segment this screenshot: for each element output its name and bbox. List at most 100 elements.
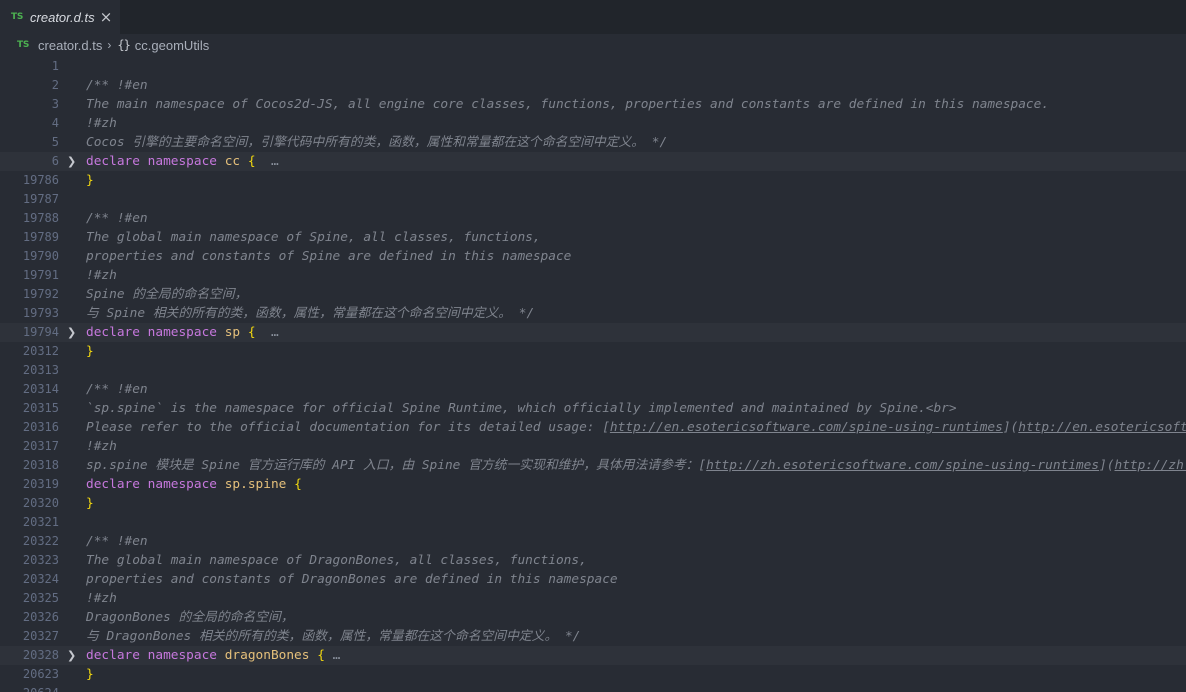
code-line[interactable]: 19788 /** !#en bbox=[0, 209, 1186, 228]
line-number: 20323 bbox=[22, 553, 59, 567]
code-line[interactable]: 20323 The global main namespace of Dragon… bbox=[0, 551, 1186, 570]
code-line[interactable]: 20318 sp.spine 模块是 Spine 官方运行库的 API 入口，由 … bbox=[0, 456, 1186, 475]
code-text: Spine 的全局的命名空间， bbox=[86, 285, 247, 304]
code-line[interactable]: 19790 properties and constants of Spine a… bbox=[0, 247, 1186, 266]
code-line[interactable]: 20327 与 DragonBones 相关的所有的类，函数，属性，常量都在这个命… bbox=[0, 627, 1186, 646]
code-line[interactable]: 20624 bbox=[0, 684, 1186, 692]
line-number: 20324 bbox=[22, 572, 59, 586]
breadcrumb: TS creator.d.ts › {} cc.geomUtils bbox=[0, 34, 1186, 56]
code-token: namespace bbox=[147, 154, 217, 169]
code-line[interactable]: 2 /** !#en bbox=[0, 76, 1186, 95]
code-line[interactable]: 20328 ❯ declare namespace dragonBones { … bbox=[0, 646, 1186, 665]
code-token: http://en.esotericsoftware.com/spine-usi… bbox=[609, 420, 1003, 435]
code-token: namespace bbox=[147, 325, 217, 340]
line-number: 20327 bbox=[22, 629, 59, 643]
code-text: `sp.spine` is the namespace for official… bbox=[86, 399, 957, 418]
code-token: sp.spine 模块是 Spine 官方运行库的 API 入口，由 Spine… bbox=[86, 458, 707, 473]
line-number: 19787 bbox=[22, 192, 59, 206]
code-line[interactable]: 20320} bbox=[0, 494, 1186, 513]
code-token: Spine 的全局的命名空间， bbox=[86, 287, 248, 302]
code-line[interactable]: 19794 ❯ declare namespace sp { … bbox=[0, 323, 1186, 342]
line-number: 20317 bbox=[22, 439, 59, 453]
code-token: The global main namespace of DragonBones… bbox=[86, 553, 587, 568]
code-line[interactable]: 20623} bbox=[0, 665, 1186, 684]
line-number: 19792 bbox=[22, 287, 59, 301]
code-token: http://zh.esotericsoftware.com/spine-usi… bbox=[706, 458, 1100, 473]
code-token: !#zh bbox=[86, 116, 117, 131]
code-text: properties and constants of Spine are de… bbox=[86, 247, 571, 266]
code-text: !#zh bbox=[86, 266, 117, 285]
line-number: 19793 bbox=[22, 306, 59, 320]
code-text: The global main namespace of Spine, all … bbox=[86, 228, 541, 247]
code-line[interactable]: 20321 bbox=[0, 513, 1186, 532]
code-line[interactable]: 20317 !#zh bbox=[0, 437, 1186, 456]
code-token: Please refer to the official documentati… bbox=[86, 420, 610, 435]
code-line[interactable]: 4 !#zh bbox=[0, 114, 1186, 133]
code-token: } bbox=[86, 173, 94, 188]
fold-chevron-icon[interactable]: ❯ bbox=[67, 152, 81, 171]
tab-creator-d-ts[interactable]: TS creator.d.ts × bbox=[0, 0, 120, 34]
line-number: 20319 bbox=[22, 477, 59, 491]
code-line[interactable]: 19793 与 Spine 相关的所有的类，函数，属性，常量都在这个命名空间中定义… bbox=[0, 304, 1186, 323]
code-line[interactable]: 1 bbox=[0, 57, 1186, 76]
code-text: } bbox=[86, 342, 94, 361]
code-line[interactable]: 19791 !#zh bbox=[0, 266, 1186, 285]
line-number: 19790 bbox=[22, 249, 59, 263]
code-token: /** !#en bbox=[86, 534, 148, 549]
code-line[interactable]: 20312} bbox=[0, 342, 1186, 361]
code-line[interactable]: 19789 The global main namespace of Spine,… bbox=[0, 228, 1186, 247]
line-number: 20623 bbox=[22, 667, 59, 681]
code-line[interactable]: 19786} bbox=[0, 171, 1186, 190]
fold-chevron-icon[interactable]: ❯ bbox=[67, 323, 81, 342]
code-token: sp.spine bbox=[224, 477, 287, 492]
breadcrumb-symbol[interactable]: cc.geomUtils bbox=[135, 38, 209, 53]
code-text: The main namespace of Cocos2d-JS, all en… bbox=[86, 95, 1049, 114]
code-text: /** !#en bbox=[86, 380, 148, 399]
line-number: 4 bbox=[51, 116, 59, 130]
code-token: !#zh bbox=[86, 439, 117, 454]
code-line[interactable]: 20322 /** !#en bbox=[0, 532, 1186, 551]
line-number: 20315 bbox=[22, 401, 59, 415]
code-line[interactable]: 20313 bbox=[0, 361, 1186, 380]
breadcrumb-file[interactable]: creator.d.ts bbox=[38, 38, 102, 53]
code-token: http://zh.esotericsoftware.com/spine-usi… bbox=[1114, 458, 1186, 473]
code-token: … bbox=[324, 648, 341, 663]
line-number: 20314 bbox=[22, 382, 59, 396]
line-number: 20312 bbox=[22, 344, 59, 358]
code-editor[interactable]: 1 2 /** !#en 3 The main namespace of Cocos2d… bbox=[0, 56, 1186, 692]
code-token: namespace bbox=[147, 477, 217, 492]
code-text: declare namespace cc { … bbox=[86, 152, 279, 171]
close-icon[interactable]: × bbox=[97, 8, 115, 26]
tab-title: creator.d.ts bbox=[30, 9, 95, 25]
code-text: !#zh bbox=[86, 589, 117, 608]
code-line[interactable]: 20314 /** !#en bbox=[0, 380, 1186, 399]
code-line[interactable]: 3 The main namespace of Cocos2d-JS, all e… bbox=[0, 95, 1186, 114]
code-line[interactable]: 20315 `sp.spine` is the namespace for off… bbox=[0, 399, 1186, 418]
code-token: /** !#en bbox=[86, 382, 148, 397]
typescript-icon: TS bbox=[11, 12, 24, 22]
code-line[interactable]: 20324 properties and constants of DragonB… bbox=[0, 570, 1186, 589]
code-token: namespace bbox=[147, 648, 217, 663]
code-line[interactable]: 20325 !#zh bbox=[0, 589, 1186, 608]
code-line[interactable]: 20316 Please refer to the official docume… bbox=[0, 418, 1186, 437]
code-line[interactable]: 6 ❯ declare namespace cc { … bbox=[0, 152, 1186, 171]
code-text: Cocos 引擎的主要命名空间，引擎代码中所有的类，函数，属性和常量都在这个命名… bbox=[86, 133, 667, 152]
code-line[interactable]: 19787 bbox=[0, 190, 1186, 209]
code-token: { bbox=[317, 648, 325, 663]
tab-bar: TS creator.d.ts × bbox=[0, 0, 1186, 34]
code-token: { bbox=[294, 477, 302, 492]
line-number: 20316 bbox=[22, 420, 59, 434]
code-text: sp.spine 模块是 Spine 官方运行库的 API 入口，由 Spine… bbox=[86, 456, 1186, 475]
code-line[interactable]: 19792 Spine 的全局的命名空间， bbox=[0, 285, 1186, 304]
code-line[interactable]: 5 Cocos 引擎的主要命名空间，引擎代码中所有的类，函数，属性和常量都在这个命… bbox=[0, 133, 1186, 152]
fold-chevron-icon[interactable]: ❯ bbox=[67, 646, 81, 665]
line-number: 3 bbox=[51, 97, 59, 111]
code-line[interactable]: 20326 DragonBones 的全局的命名空间， bbox=[0, 608, 1186, 627]
code-line[interactable]: 20319 declare namespace sp.spine { bbox=[0, 475, 1186, 494]
code-text: declare namespace dragonBones { … bbox=[86, 646, 340, 665]
line-number: 5 bbox=[51, 135, 59, 149]
